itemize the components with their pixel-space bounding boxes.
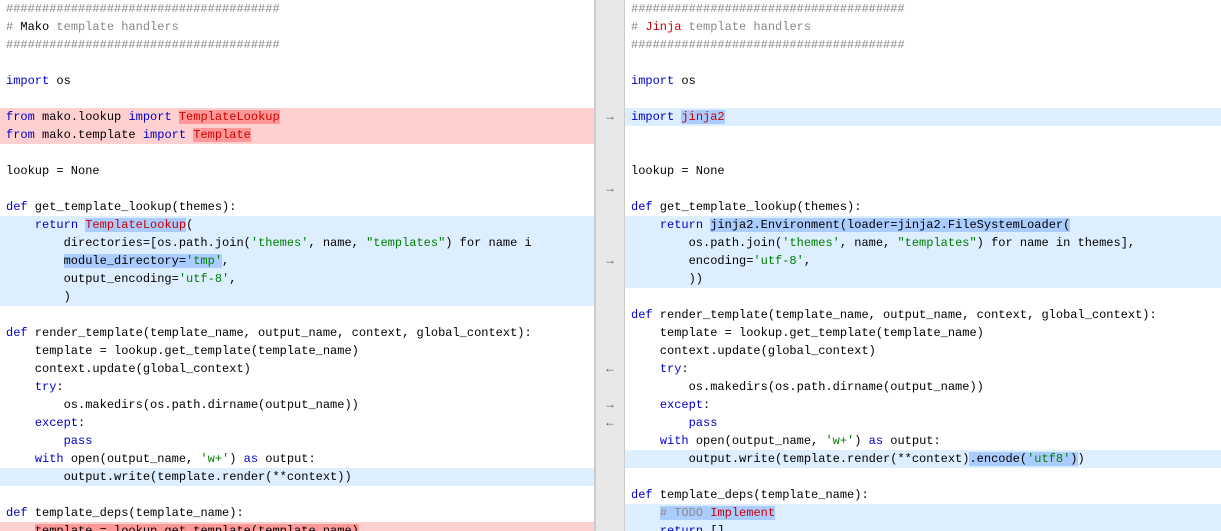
arrow-left2: ← (596, 414, 624, 432)
code-line: template = lookup.get_template(template_… (0, 342, 594, 360)
code-line (0, 90, 594, 108)
connector-column: → → → ← → ← (595, 0, 625, 531)
diff-view: ###################################### #… (0, 0, 1221, 531)
right-pane: ###################################### #… (625, 0, 1221, 531)
code-line: template = lookup.get_template(template_… (625, 324, 1221, 342)
code-line: ###################################### (0, 36, 594, 54)
code-line (0, 180, 594, 198)
code-line-changed: return [] (625, 522, 1221, 531)
arrow-left: ← (596, 360, 624, 378)
code-line-changed: ) (0, 288, 594, 306)
code-line: def render_template(template_name, outpu… (625, 306, 1221, 324)
code-line: try: (625, 360, 1221, 378)
code-line: # Mako template handlers (0, 18, 594, 36)
code-line: ###################################### (0, 0, 594, 18)
code-line-changed: encoding='utf-8', (625, 252, 1221, 270)
code-line: def get_template_lookup(themes): (0, 198, 594, 216)
code-line-changed: return TemplateLookup( (0, 216, 594, 234)
code-line-changed: module_directory='tmp', (0, 252, 594, 270)
code-line-changed: return jinja2.Environment(loader=jinja2.… (625, 216, 1221, 234)
code-line (625, 288, 1221, 306)
arrow-right4: → (596, 396, 624, 414)
code-line-changed: from mako.template import Template (0, 126, 594, 144)
code-line: lookup = None (625, 162, 1221, 180)
code-line: pass (0, 432, 594, 450)
code-line (625, 126, 1221, 144)
code-line-changed: )) (625, 270, 1221, 288)
left-pane: ###################################### #… (0, 0, 595, 531)
arrow-right3: → (596, 252, 624, 270)
code-line-changed: output.write(template.render(**context)) (0, 468, 594, 486)
code-line-changed: import jinja2 (625, 108, 1221, 126)
code-line (625, 54, 1221, 72)
code-line (625, 90, 1221, 108)
code-line (625, 180, 1221, 198)
code-line: os.makedirs(os.path.dirname(output_name)… (625, 378, 1221, 396)
code-line: import os (0, 72, 594, 90)
code-line: with open(output_name, 'w+') as output: (625, 432, 1221, 450)
code-line: os.makedirs(os.path.dirname(output_name)… (0, 396, 594, 414)
code-line: except: (625, 396, 1221, 414)
code-line-changed: directories=[os.path.join('themes', name… (0, 234, 594, 252)
code-line-changed: output.write(template.render(**context).… (625, 450, 1221, 468)
code-line: def template_deps(template_name): (0, 504, 594, 522)
code-line: # Jinja template handlers (625, 18, 1221, 36)
arrow-blank (596, 126, 624, 144)
code-line: except: (0, 414, 594, 432)
code-line-changed: os.path.join('themes', name, "templates"… (625, 234, 1221, 252)
code-line (0, 306, 594, 324)
code-line (625, 144, 1221, 162)
code-line (625, 468, 1221, 486)
code-line: import os (625, 72, 1221, 90)
code-line (0, 486, 594, 504)
code-line: try: (0, 378, 594, 396)
arrow-right2: → (596, 180, 624, 198)
code-line-changed: output_encoding='utf-8', (0, 270, 594, 288)
code-line: def template_deps(template_name): (625, 486, 1221, 504)
code-line: lookup = None (0, 162, 594, 180)
code-line-changed: from mako.lookup import TemplateLookup (0, 108, 594, 126)
code-line-changed: template = lookup.get_template(template_… (0, 522, 594, 531)
code-line-changed: # TODO Implement (625, 504, 1221, 522)
code-line: def get_template_lookup(themes): (625, 198, 1221, 216)
code-line (0, 144, 594, 162)
code-line (0, 54, 594, 72)
code-line: with open(output_name, 'w+') as output: (0, 450, 594, 468)
arrow-right: → (596, 108, 624, 126)
code-line: context.update(global_context) (625, 342, 1221, 360)
code-line: def render_template(template_name, outpu… (0, 324, 594, 342)
code-line: context.update(global_context) (0, 360, 594, 378)
code-line: ###################################### (625, 0, 1221, 18)
code-line: pass (625, 414, 1221, 432)
code-line: ###################################### (625, 36, 1221, 54)
